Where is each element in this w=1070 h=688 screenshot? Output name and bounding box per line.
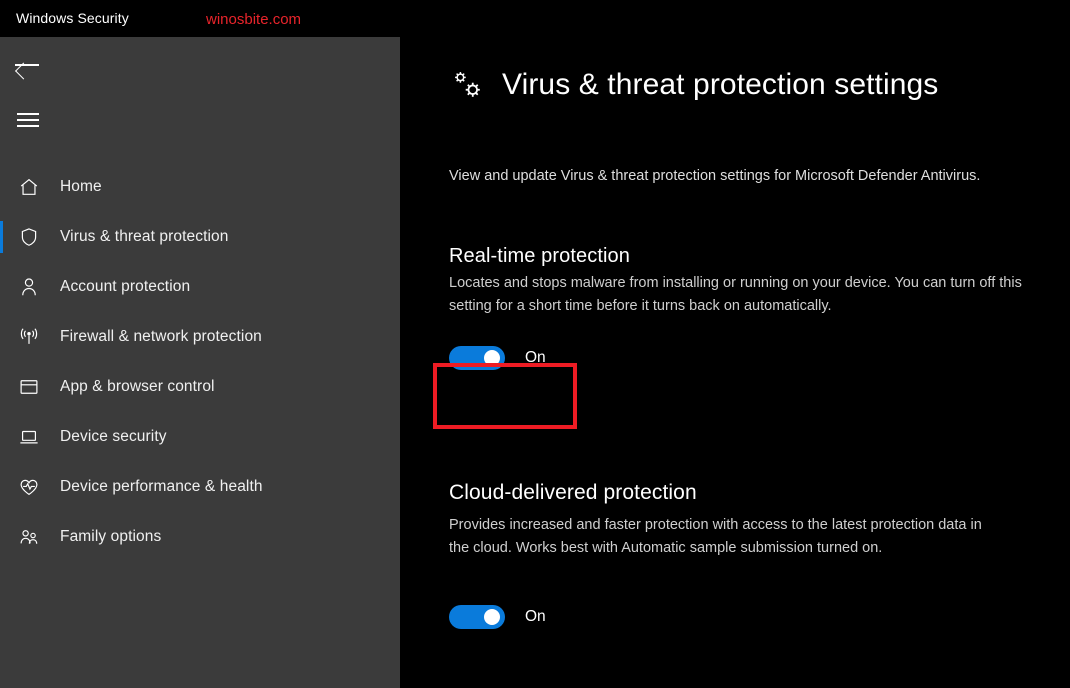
cloud-delivered-protection-toggle-row: On: [449, 605, 1061, 629]
back-button[interactable]: [8, 47, 48, 83]
sidebar-item-label: Account protection: [60, 278, 191, 295]
gears-icon: [448, 65, 488, 105]
toggle-state-label: On: [525, 608, 546, 625]
cloud-delivered-protection-toggle[interactable]: [449, 605, 505, 629]
active-indicator: [0, 221, 3, 253]
real-time-protection-toggle-row: On: [449, 346, 1061, 370]
toggle-knob: [484, 609, 500, 625]
sidebar-item-account-protection[interactable]: Account protection: [0, 262, 400, 312]
sidebar-item-home[interactable]: Home: [0, 162, 400, 212]
section-title: Cloud-delivered protection: [449, 481, 697, 504]
windows-security-window: Windows Security winosbite.com Home Viru…: [0, 0, 1070, 688]
sidebar-nav-list: Home Virus & threat protection Account p…: [0, 162, 400, 562]
titlebar: Windows Security winosbite.com: [0, 0, 1070, 37]
menu-button[interactable]: [8, 102, 48, 138]
page-header: Virus & threat protection settings: [448, 65, 938, 105]
page-title: Virus & threat protection settings: [502, 68, 939, 101]
home-icon: [16, 174, 42, 200]
real-time-protection-toggle[interactable]: [449, 346, 505, 370]
page-subtitle: View and update Virus & threat protectio…: [449, 168, 981, 184]
app-title: Windows Security: [16, 10, 129, 26]
back-arrow-icon: [15, 56, 41, 74]
watermark-text: winosbite.com: [206, 11, 302, 28]
sidebar-item-label: Firewall & network protection: [60, 328, 262, 345]
section-description: Provides increased and faster protection…: [449, 517, 982, 556]
sidebar-item-device-security[interactable]: Device security: [0, 412, 400, 462]
sidebar-item-label: Family options: [60, 528, 162, 545]
main-content: Virus & threat protection settings View …: [400, 37, 1070, 688]
toggle-knob: [484, 350, 500, 366]
section-title: Real-time protection: [449, 245, 630, 267]
laptop-icon: [16, 424, 42, 450]
toggle-state-label: On: [525, 349, 546, 366]
sidebar-item-label: Device performance & health: [60, 478, 263, 495]
section-cloud-delivered-protection: Cloud-delivered protection Provides incr…: [449, 481, 1061, 629]
heart-pulse-icon: [16, 474, 42, 500]
sidebar-item-family-options[interactable]: Family options: [0, 512, 400, 562]
hamburger-menu-icon: [17, 113, 39, 127]
sidebar-item-label: App & browser control: [60, 378, 215, 395]
shield-icon: [16, 224, 42, 250]
wifi-signal-icon: [16, 324, 42, 350]
section-description: Locates and stops malware from installin…: [449, 275, 1022, 314]
sidebar-item-firewall-network-protection[interactable]: Firewall & network protection: [0, 312, 400, 362]
sidebar-item-label: Home: [60, 178, 102, 195]
sidebar-item-app-browser-control[interactable]: App & browser control: [0, 362, 400, 412]
sidebar-item-virus-threat-protection[interactable]: Virus & threat protection: [0, 212, 400, 262]
sidebar-item-device-performance-health[interactable]: Device performance & health: [0, 462, 400, 512]
sidebar-item-label: Device security: [60, 428, 167, 445]
sidebar: Home Virus & threat protection Account p…: [0, 37, 400, 688]
person-icon: [16, 274, 42, 300]
sidebar-item-label: Virus & threat protection: [60, 228, 229, 245]
family-people-icon: [16, 524, 42, 550]
window-icon: [16, 374, 42, 400]
section-real-time-protection: Real-time protection Locates and stops m…: [449, 245, 1061, 370]
